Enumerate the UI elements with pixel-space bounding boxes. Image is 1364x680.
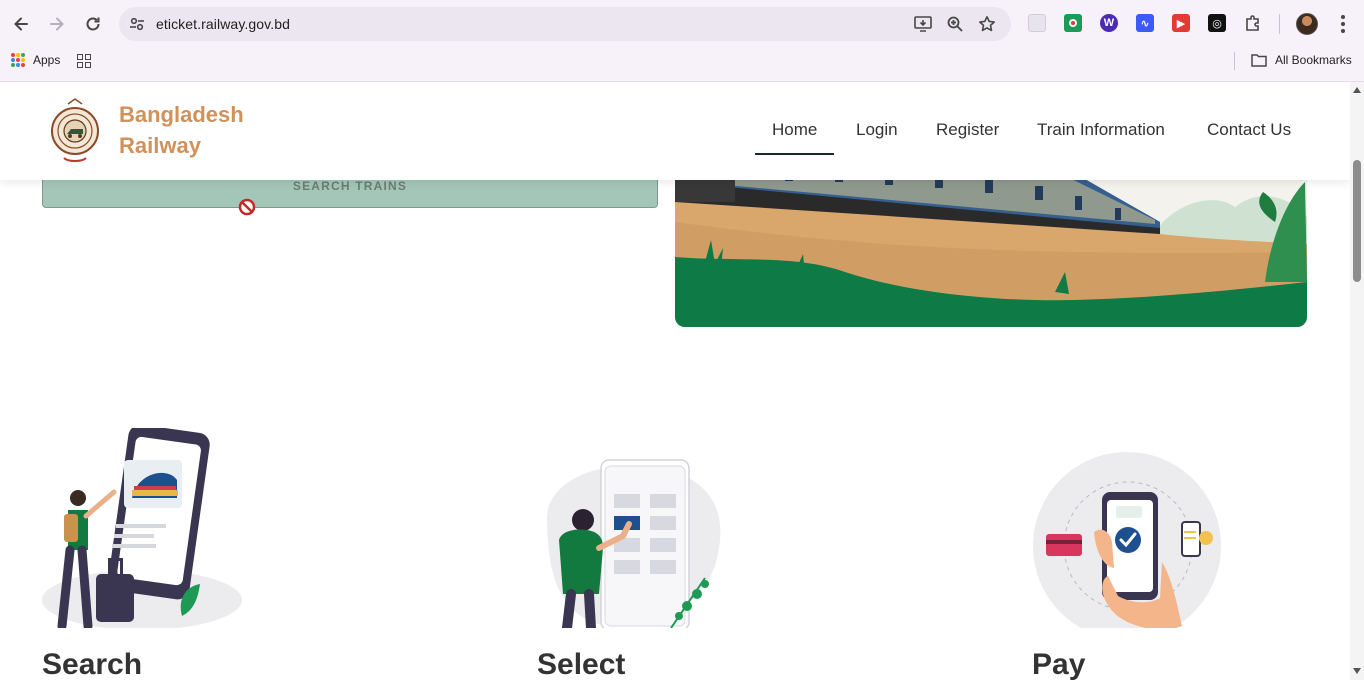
all-bookmarks-label: All Bookmarks [1275,53,1352,67]
bookmark-apps[interactable]: Apps [11,53,60,67]
reload-button[interactable] [81,12,105,36]
extension-circle-icon[interactable]: ◎ [1208,14,1226,32]
back-button[interactable] [9,12,33,36]
browser-chrome: eticket.railway.gov.bd W ∿ ▶ ◎ Apps All … [0,0,1364,82]
tab-groups-icon[interactable] [77,54,91,68]
forward-arrow-icon [50,17,64,31]
search-trains-label: SEARCH TRAINS [292,179,408,193]
bookmark-apps-label: Apps [33,53,61,67]
address-bar[interactable]: eticket.railway.gov.bd [119,7,1011,41]
step-select-illustration [537,428,737,633]
nav-contact-us[interactable]: Contact Us [1207,120,1291,140]
reload-icon [86,17,100,31]
browser-menu-icon[interactable] [1334,12,1352,36]
nav-login[interactable]: Login [856,120,898,140]
bookmarks-divider [1234,52,1235,70]
extension-grid-icon[interactable] [1028,14,1046,32]
forward-button[interactable] [45,12,69,36]
nav-active-indicator [755,153,834,155]
install-app-icon[interactable] [913,14,933,34]
site-settings-icon[interactable] [127,14,147,34]
not-allowed-cursor-icon [238,198,256,216]
step-title-select: Select [537,648,626,680]
step-title-pay: Pay [1032,648,1086,680]
nav-register[interactable]: Register [936,120,999,140]
extension-waveform-icon[interactable]: ∿ [1136,14,1154,32]
scroll-down-arrow-icon[interactable] [1353,668,1361,674]
back-arrow-icon [14,17,28,31]
scroll-up-arrow-icon[interactable] [1353,87,1361,93]
apps-grid-icon [11,53,25,67]
brand-name[interactable]: Bangladesh Railway [119,99,244,161]
bookmark-star-icon[interactable] [977,14,997,34]
all-bookmarks[interactable]: All Bookmarks [1251,53,1352,67]
extensions-puzzle-icon[interactable] [1244,14,1262,32]
bangladesh-railway-logo[interactable] [50,98,100,164]
step-pay-illustration [1032,428,1232,640]
step-search-illustration [42,424,242,633]
profile-avatar[interactable] [1296,13,1318,35]
scroll-thumb[interactable] [1353,160,1361,282]
extension-record-icon[interactable] [1064,14,1082,32]
folder-icon [1251,54,1267,67]
brand-line-2: Railway [119,133,201,158]
bookmarks-bar: Apps All Bookmarks [0,48,1364,74]
toolbar-divider [1279,14,1280,34]
zoom-icon[interactable] [945,14,965,34]
hero-train-illustration [675,162,1307,327]
site-header: Bangladesh Railway Home Login Register T… [0,82,1350,180]
step-title-search: Search [42,648,143,680]
nav-train-information[interactable]: Train Information [1037,120,1165,140]
url-text[interactable]: eticket.railway.gov.bd [156,16,290,32]
brand-line-1: Bangladesh [119,102,244,127]
page-viewport: SEARCH TRAINS Search Select Pay Banglade… [0,82,1350,680]
browser-toolbar: eticket.railway.gov.bd W ∿ ▶ ◎ [0,0,1364,48]
extension-w-icon[interactable]: W [1100,14,1118,32]
page-scrollbar[interactable] [1350,82,1364,680]
extension-video-icon[interactable]: ▶ [1172,14,1190,32]
nav-home[interactable]: Home [772,120,817,140]
